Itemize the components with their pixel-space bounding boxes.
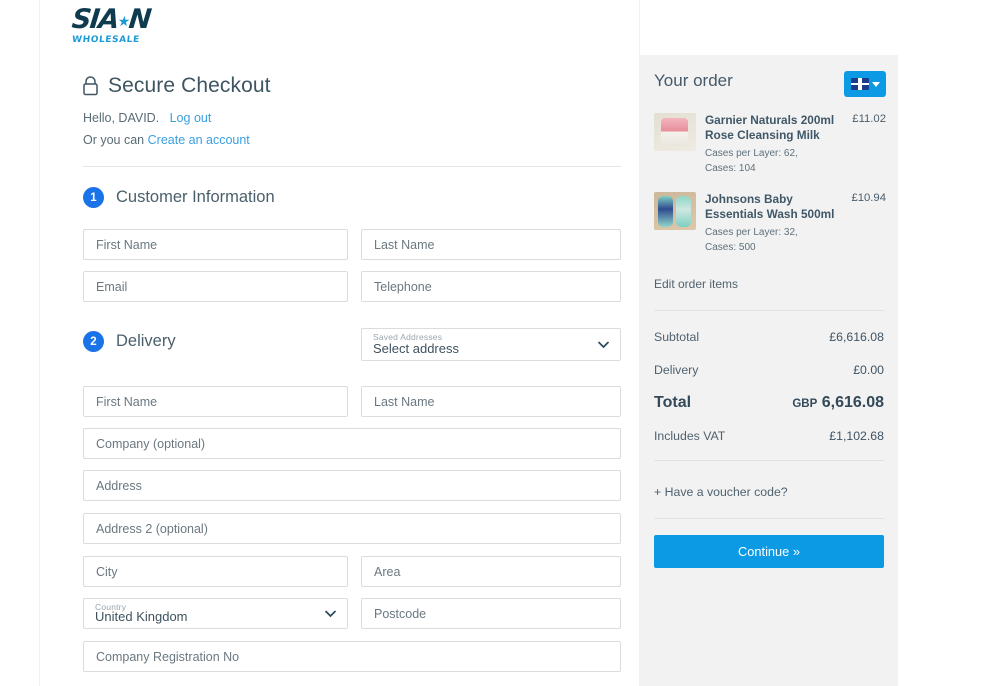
product-name: Garnier Naturals 200ml Rose Cleansing Mi… [705, 113, 835, 143]
delivery-company-input[interactable] [83, 428, 621, 459]
greeting-text: Hello, DAVID. [83, 111, 160, 125]
order-item: Johnsons Baby Essentials Wash 500ml £10.… [654, 192, 886, 255]
customer-first-name-input[interactable] [83, 229, 348, 260]
country-value: United Kingdom [95, 609, 188, 624]
page-title: Secure Checkout [82, 74, 271, 98]
greeting-line: Hello, DAVID. Log out [83, 111, 211, 125]
checkout-page: SIA★N WHOLESALE Secure Checkout Hello, D… [0, 0, 1000, 686]
total-label: Total [654, 394, 692, 411]
saved-addresses-select[interactable]: Saved Addresses Select address [361, 328, 621, 361]
logout-link[interactable]: Log out [170, 111, 212, 125]
chevron-down-icon [598, 341, 609, 348]
order-item: Garnier Naturals 200ml Rose Cleansing Mi… [654, 113, 886, 176]
saved-addresses-value: Select address [373, 341, 459, 356]
vat-value: £1,102.68 [829, 429, 884, 443]
lock-icon [83, 76, 98, 96]
vat-label: Includes VAT [654, 429, 726, 443]
divider [83, 166, 621, 167]
vat-row: Includes VAT £1,102.68 [654, 429, 884, 443]
order-summary-panel: Your order Garnier Naturals 200ml Rose C… [640, 55, 898, 686]
voucher-code-toggle[interactable]: + Have a voucher code? [654, 485, 788, 499]
checkout-form-column: SIA★N WHOLESALE Secure Checkout Hello, D… [41, 0, 639, 686]
continue-button[interactable]: Continue » [654, 535, 884, 568]
section-delivery-title: Delivery [116, 332, 176, 350]
product-cases-per-layer: Cases per Layer: 32, [705, 227, 798, 239]
order-summary-title: Your order [654, 71, 733, 90]
currency-selector-button[interactable] [844, 71, 886, 97]
delivery-address-input[interactable] [83, 470, 621, 501]
divider [654, 518, 884, 519]
product-price: £11.02 [852, 113, 886, 125]
product-cases: Cases: 104 [705, 162, 756, 174]
product-price: £10.94 [851, 192, 886, 204]
delivery-postcode-input[interactable] [361, 598, 621, 629]
total-row: Total GBP 6,616.08 [654, 394, 884, 412]
product-thumbnail [654, 192, 696, 230]
delivery-address2-input[interactable] [83, 513, 621, 544]
section-customer-title: Customer Information [116, 188, 275, 206]
product-thumbnail [654, 113, 696, 151]
subtotal-label: Subtotal [654, 330, 700, 344]
customer-telephone-input[interactable] [361, 271, 621, 302]
total-value: GBP 6,616.08 [792, 394, 884, 412]
delivery-first-name-input[interactable] [83, 386, 348, 417]
uk-flag-icon [850, 78, 869, 90]
customer-email-input[interactable] [83, 271, 348, 302]
delivery-city-input[interactable] [83, 556, 348, 587]
product-cases-per-layer: Cases per Layer: 62, [705, 148, 798, 160]
delivery-area-input[interactable] [361, 556, 621, 587]
total-amount: 6,616.08 [821, 394, 884, 411]
step-badge-2: 2 [83, 331, 104, 352]
divider [654, 310, 884, 311]
divider [654, 460, 884, 461]
chevron-down-icon [325, 610, 336, 617]
chevron-down-icon [871, 81, 880, 87]
left-gutter [0, 0, 40, 686]
site-logo[interactable]: SIA★N WHOLESALE [70, 4, 152, 45]
subtotal-row: Subtotal £6,616.08 [654, 330, 884, 344]
company-registration-input[interactable] [83, 641, 621, 672]
create-account-link[interactable]: Create an account [148, 133, 250, 147]
product-cases: Cases: 500 [705, 241, 756, 253]
delivery-row: Delivery £0.00 [654, 363, 884, 377]
logo-text: SIA★N [70, 4, 152, 35]
section-customer-information: 1 Customer Information [83, 187, 275, 208]
create-account-line: Or you can Create an account [83, 133, 250, 147]
product-name: Johnsons Baby Essentials Wash 500ml [705, 192, 835, 222]
section-delivery: 2 Delivery [83, 331, 176, 352]
delivery-value: £0.00 [853, 363, 884, 377]
step-badge-1: 1 [83, 187, 104, 208]
customer-last-name-input[interactable] [361, 229, 621, 260]
page-title-text: Secure Checkout [108, 74, 271, 97]
country-select[interactable]: Country United Kingdom [83, 598, 348, 629]
edit-order-items-link[interactable]: Edit order items [654, 277, 738, 291]
logo-tagline: WHOLESALE [71, 35, 141, 45]
delivery-last-name-input[interactable] [361, 386, 621, 417]
delivery-label: Delivery [654, 363, 699, 377]
logo-wordmark: SIA★N [70, 4, 152, 35]
total-currency: GBP [792, 398, 818, 410]
subtotal-value: £6,616.08 [829, 330, 884, 344]
create-account-prefix: Or you can [83, 133, 148, 147]
